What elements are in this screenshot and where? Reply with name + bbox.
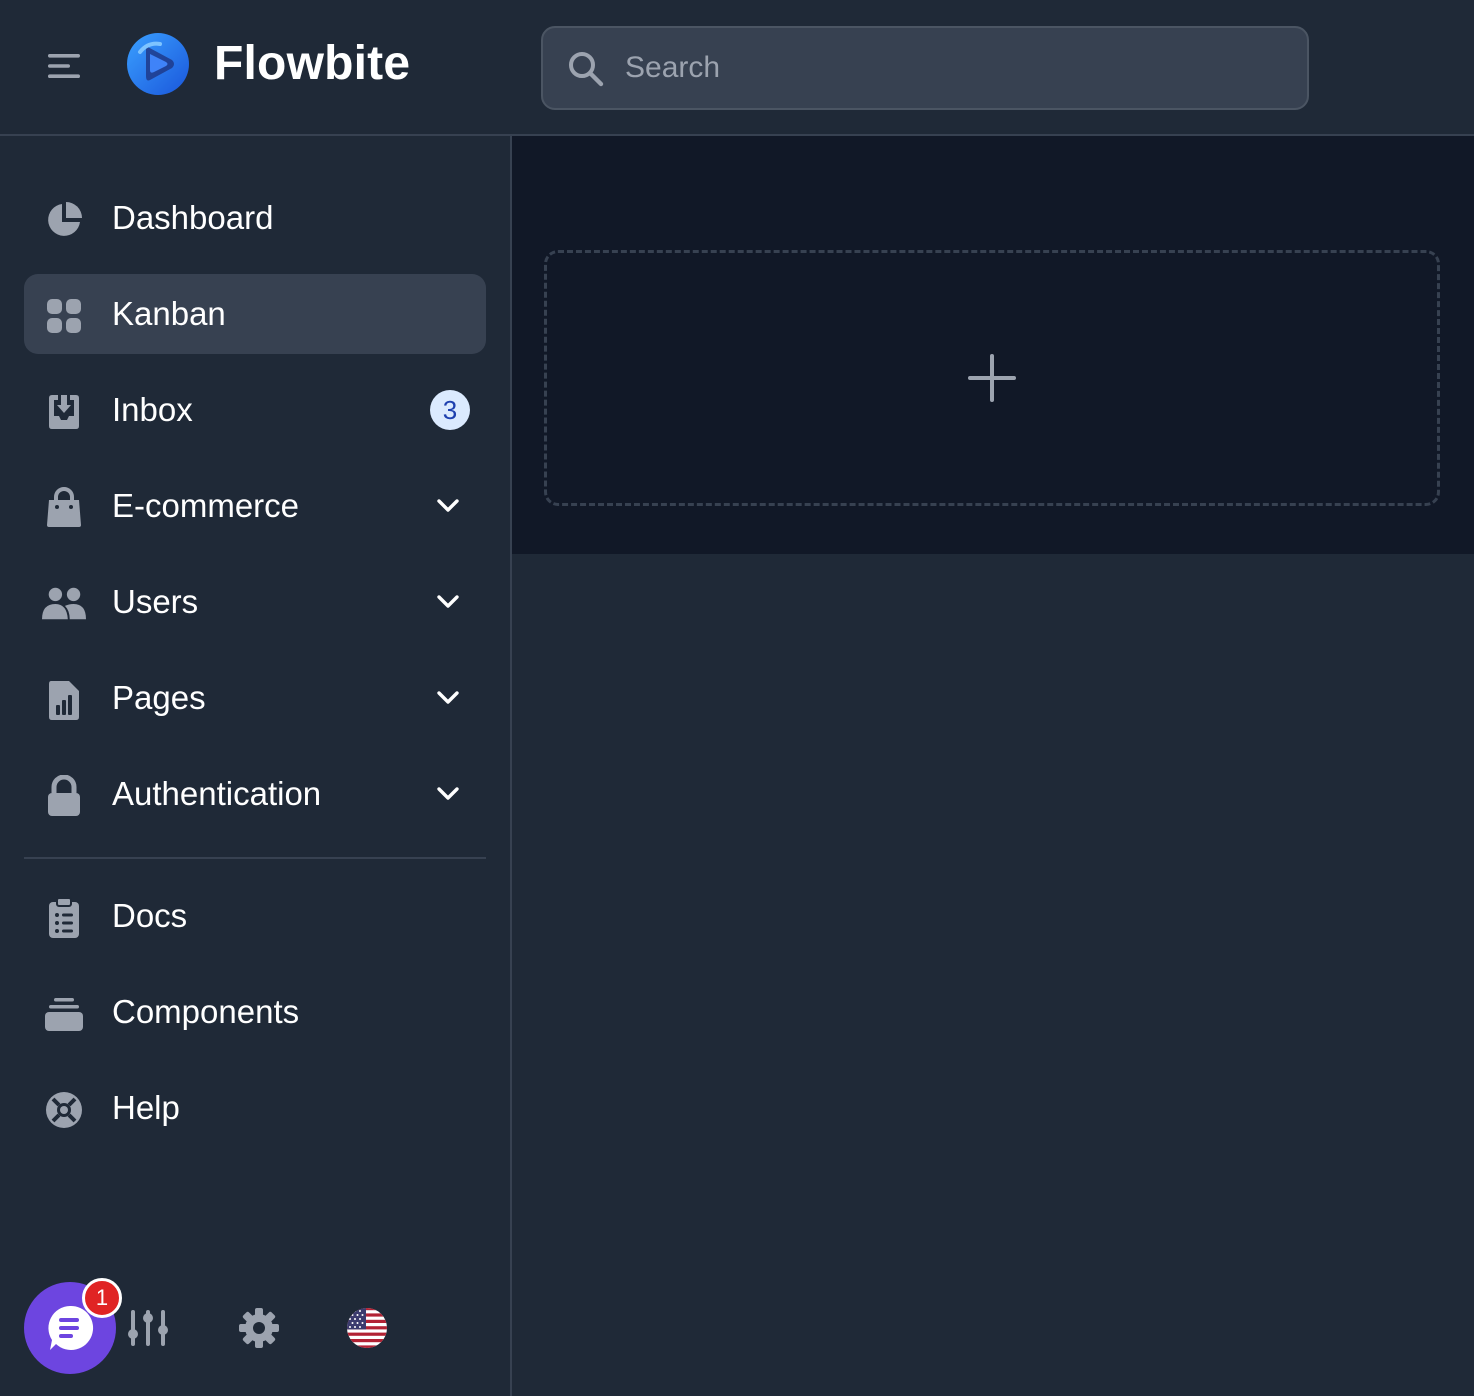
chevron-down-icon [434, 492, 462, 520]
menu-toggle-icon[interactable] [40, 44, 88, 88]
sidebar-item-label: Kanban [112, 295, 226, 332]
support-icon [42, 1088, 86, 1132]
sidebar-item-authentication[interactable]: Authentication [24, 754, 486, 834]
kanban-board [512, 136, 1474, 554]
sidebar-item-label: Dashboard [112, 199, 274, 236]
document-report-icon [42, 678, 86, 722]
sidebar-item-kanban[interactable]: Kanban [24, 274, 486, 354]
shopping-bag-icon [42, 486, 86, 530]
inbox-in-icon [42, 390, 86, 434]
sidebar-item-inbox[interactable]: Inbox 3 [24, 370, 486, 450]
inbox-count-badge: 3 [430, 390, 470, 430]
sidebar-item-label: E-commerce [112, 487, 300, 524]
lock-closed-icon [42, 774, 86, 818]
top-navbar: Flowbite [0, 0, 1474, 136]
sidebar-item-label: Users [112, 583, 199, 620]
flowbite-logo-icon[interactable] [126, 32, 190, 96]
settings-cog-icon[interactable] [237, 1306, 281, 1350]
sidebar-item-label: Inbox [112, 391, 193, 428]
sidebar-item-label: Pages [112, 679, 206, 716]
search-input[interactable] [623, 28, 1283, 108]
search-bar[interactable] [541, 26, 1309, 110]
users-icon [42, 582, 86, 626]
clipboard-list-icon [42, 896, 86, 940]
us-flag-icon[interactable] [345, 1306, 389, 1350]
sidebar-item-docs[interactable]: Docs [24, 876, 486, 956]
chevron-down-icon [434, 780, 462, 808]
main-content [512, 136, 1474, 1396]
chat-notification-badge: 1 [82, 1278, 122, 1318]
sidebar-item-help[interactable]: Help [24, 1068, 486, 1148]
sidebar-item-label: Docs [112, 897, 188, 934]
search-icon [567, 50, 605, 88]
sidebar-item-components[interactable]: Components [24, 972, 486, 1052]
collection-icon [42, 992, 86, 1036]
sidebar-item-label: Help [112, 1089, 180, 1126]
chart-pie-icon [42, 198, 86, 242]
chevron-down-icon [434, 588, 462, 616]
sidebar-item-label: Authentication [112, 775, 322, 812]
sidebar-item-e-commerce[interactable]: E-commerce [24, 466, 486, 546]
sidebar-item-pages[interactable]: Pages [24, 658, 486, 738]
sidebar-item-dashboard[interactable]: Dashboard [24, 178, 486, 258]
sidebar-divider [24, 857, 486, 859]
sidebar: Dashboard Kanban Inbox 3 E-commerce User… [0, 136, 512, 1396]
plus-icon [968, 354, 1016, 402]
view-grid-icon [42, 294, 86, 338]
sidebar-item-users[interactable]: Users [24, 562, 486, 642]
brand-name[interactable]: Flowbite [214, 36, 410, 92]
chevron-down-icon [434, 684, 462, 712]
adjustments-icon[interactable] [126, 1306, 170, 1350]
sidebar-item-label: Components [112, 993, 300, 1030]
add-board-button[interactable] [544, 250, 1440, 506]
